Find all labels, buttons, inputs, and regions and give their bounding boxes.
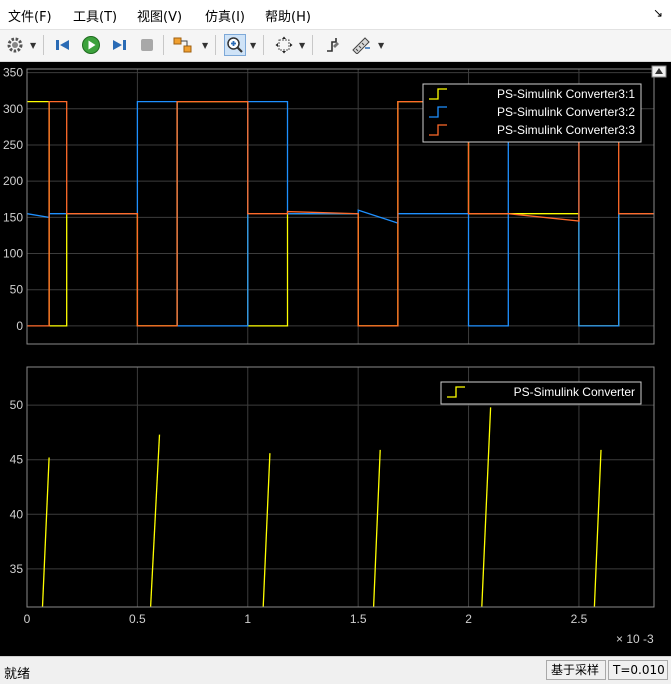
scope-display: 0 50 100 150 200 250 300 350 35 40 45 50 0 0.5 1 1.5 2… — [0, 62, 671, 656]
series-segment — [593, 449, 602, 607]
status-bar: 就绪 基于采样 T=0.010 — [0, 656, 671, 684]
y-tick-label: 200 — [3, 174, 23, 188]
menu-file[interactable]: 文件(F) — [8, 6, 52, 25]
undock-icon[interactable]: ↘ — [653, 6, 663, 20]
y-tick-label: 300 — [3, 102, 23, 116]
x-tick-label: 2.5 — [571, 612, 588, 626]
run-icon[interactable] — [80, 34, 102, 56]
x-tick-label: 0 — [24, 612, 31, 626]
toolbar-separator — [215, 35, 216, 55]
menu-tools[interactable]: 工具(T) — [73, 6, 117, 25]
legend-entry-label: PS-Simulink Converter3:1 — [497, 87, 635, 101]
series-segment — [372, 449, 381, 607]
y-tick-label: 0 — [16, 319, 23, 333]
plot2-series — [41, 407, 602, 607]
scale-axes-icon[interactable] — [273, 34, 295, 56]
toolbar-separator — [263, 35, 264, 55]
menu-simulation[interactable]: 仿真(I) — [205, 6, 245, 25]
x-tick-label: 0.5 — [129, 612, 146, 626]
step-back-icon[interactable] — [52, 34, 74, 56]
toolbar-separator — [163, 35, 164, 55]
menu-help[interactable]: 帮助(H) — [265, 6, 311, 25]
toolbar-separator — [312, 35, 313, 55]
plot1-y-tick-labels: 0 50 100 150 200 250 300 350 — [3, 66, 23, 333]
y-tick-label: 100 — [3, 247, 23, 261]
plot2-legend[interactable]: PS-Simulink Converter — [440, 381, 642, 405]
status-ready-text: 就绪 — [4, 667, 31, 682]
zoom-dropdown-arrow-icon[interactable]: ▼ — [250, 41, 256, 50]
y-tick-label: 150 — [3, 210, 23, 224]
plot2-x-tick-labels: 0 0.5 1 1.5 2 2.5 — [24, 612, 588, 626]
series-segment — [149, 434, 161, 607]
simulation-time-indicator: T=0.010 — [608, 660, 668, 680]
plot1-undock-button[interactable] — [651, 65, 667, 78]
highlight-block-icon[interactable] — [172, 34, 194, 56]
y-tick-label: 45 — [10, 453, 24, 467]
series-segment — [481, 407, 492, 607]
plot1-legend[interactable]: PS-Simulink Converter3:1 PS-Simulink Conv… — [422, 83, 642, 143]
settings-gear-icon[interactable] — [4, 34, 26, 56]
step-forward-icon[interactable] — [108, 34, 130, 56]
y-tick-label: 50 — [10, 398, 24, 412]
toolbar-separator — [43, 35, 44, 55]
zoom-in-icon[interactable] — [224, 34, 246, 56]
x-tick-label: 1.5 — [350, 612, 367, 626]
scope-plot-svg[interactable]: 0 50 100 150 200 250 300 350 35 40 45 50 0 0.5 1 1.5 2… — [0, 62, 671, 656]
plot2-y-tick-labels: 35 40 45 50 — [10, 398, 24, 576]
measurement-dropdown-arrow-icon[interactable]: ▼ — [378, 41, 384, 50]
y-tick-label: 35 — [10, 562, 24, 576]
scale-dropdown-arrow-icon[interactable]: ▼ — [299, 41, 305, 50]
legend-entry-label: PS-Simulink Converter — [514, 385, 635, 399]
series-segment — [41, 457, 50, 607]
series-segment — [262, 453, 271, 607]
sample-mode-indicator: 基于采样 — [546, 660, 606, 680]
y-tick-label: 250 — [3, 138, 23, 152]
stop-icon[interactable] — [136, 34, 158, 56]
menu-view[interactable]: 视图(V) — [137, 6, 182, 25]
y-tick-label: 40 — [10, 507, 24, 521]
legend-entry-label: PS-Simulink Converter3:2 — [497, 105, 635, 119]
legend-entry-label: PS-Simulink Converter3:3 — [497, 123, 635, 137]
menu-bar: 文件(F) 工具(T) 视图(V) 仿真(I) 帮助(H) ↘ — [0, 0, 671, 30]
x-tick-label: 2 — [465, 612, 472, 626]
toolbar: ▼ ▼ ▼ ▼ ▼ — [0, 30, 671, 62]
x-axis-scale-label: × 10 -3 — [616, 632, 654, 646]
settings-dropdown-arrow-icon[interactable]: ▼ — [30, 41, 36, 50]
highlight-dropdown-arrow-icon[interactable]: ▼ — [202, 41, 208, 50]
triggers-icon[interactable] — [322, 34, 344, 56]
y-tick-label: 350 — [3, 66, 23, 80]
y-tick-label: 50 — [10, 283, 24, 297]
measurement-ruler-icon[interactable] — [350, 34, 372, 56]
x-tick-label: 1 — [244, 612, 251, 626]
